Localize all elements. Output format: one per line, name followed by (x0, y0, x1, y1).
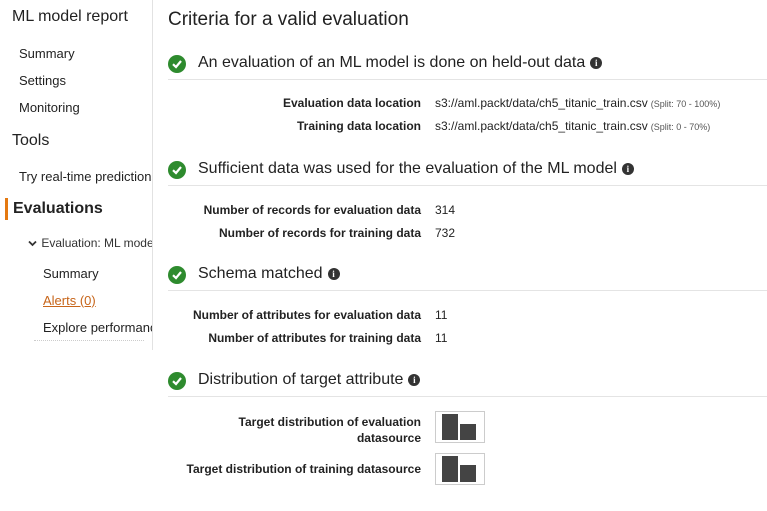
alerts-link[interactable]: Alerts (0) (43, 293, 96, 308)
row-value: s3://aml.packt/data/ch5_titanic_train.cs… (435, 96, 721, 110)
evaluation-node-label: Evaluation: ML model (41, 236, 152, 250)
info-icon[interactable]: i (327, 268, 340, 280)
section-title: An evaluation of an ML model is done on … (198, 54, 603, 72)
info-icon[interactable]: i (590, 57, 603, 69)
row-label: Number of attributes for evaluation data (192, 308, 421, 322)
row-value: 314 (435, 203, 456, 217)
sidebar-evaluations-heading[interactable]: Evaluations (5, 198, 103, 220)
sidebar-subitem-explore-performance[interactable]: Explore performance (43, 320, 152, 335)
section-title: Schema matched i (198, 265, 340, 283)
row-attributes-training: Number of attributes for training data 1… (168, 331, 767, 349)
sidebar-subitem-summary[interactable]: Summary (43, 266, 152, 281)
row-records-evaluation: Number of records for evaluation data 31… (168, 203, 767, 221)
section-schema-matched: Schema matched i (168, 264, 767, 291)
row-training-data-location: Training data location s3://aml.packt/da… (168, 119, 767, 137)
info-icon[interactable]: i (408, 374, 421, 386)
section-title: Distribution of target attribute i (198, 371, 421, 389)
row-label: Number of records for training data (218, 226, 421, 240)
distribution-bar-0 (442, 456, 458, 482)
sidebar: ML model report Summary Settings Monitor… (0, 0, 153, 350)
sidebar-divider (34, 340, 144, 341)
row-records-training: Number of records for training data 732 (168, 226, 767, 244)
row-label: Number of records for evaluation data (203, 203, 421, 217)
distribution-bar-0 (442, 414, 458, 440)
section-held-out-data: An evaluation of an ML model is done on … (168, 53, 767, 80)
sidebar-evaluation-node[interactable]: Evaluation: ML model (28, 236, 152, 250)
row-label: Number of attributes for training data (208, 331, 421, 345)
sidebar-item-summary[interactable]: Summary (19, 46, 75, 61)
row-value: 11 (435, 308, 448, 322)
row-label: Evaluation data location (282, 96, 421, 110)
chevron-down-icon[interactable] (28, 239, 38, 250)
row-evaluation-data-location: Evaluation data location s3://aml.packt/… (168, 96, 767, 114)
row-value: 732 (435, 226, 456, 240)
sidebar-item-try-real-time-predictions[interactable]: Try real-time predictions (19, 169, 152, 184)
split-note: (Split: 0 - 70%) (650, 122, 711, 132)
distribution-bar-1 (460, 465, 476, 482)
section-target-distribution: Distribution of target attribute i (168, 370, 767, 397)
sidebar-subitem-alerts[interactable]: Alerts (0) (43, 293, 152, 308)
section-title: Sufficient data was used for the evaluat… (198, 160, 634, 178)
check-circle-icon (168, 161, 186, 179)
check-circle-icon (168, 55, 186, 73)
row-attributes-evaluation: Number of attributes for evaluation data… (168, 308, 767, 326)
row-label: Training data location (296, 119, 421, 133)
sidebar-title: ML model report (12, 8, 128, 25)
sidebar-item-monitoring[interactable]: Monitoring (19, 100, 80, 115)
row-label-target-eval: Target distribution of evaluation dataso… (238, 415, 421, 445)
split-note: (Split: 70 - 100%) (650, 99, 721, 109)
row-value: s3://aml.packt/data/ch5_titanic_train.cs… (435, 119, 711, 133)
row-value: 11 (435, 331, 448, 345)
page-title: Criteria for a valid evaluation (168, 9, 409, 30)
section-sufficient-data: Sufficient data was used for the evaluat… (168, 159, 767, 186)
sidebar-tools-heading: Tools (12, 132, 50, 149)
row-label-target-train: Target distribution of training datasour… (186, 462, 421, 476)
sidebar-item-settings[interactable]: Settings (19, 73, 66, 88)
info-icon[interactable]: i (621, 163, 634, 175)
target-distribution-evaluation-chart[interactable] (435, 411, 485, 443)
check-circle-icon (168, 372, 186, 390)
check-circle-icon (168, 266, 186, 284)
distribution-bar-1 (460, 424, 476, 440)
target-distribution-training-chart[interactable] (435, 453, 485, 485)
